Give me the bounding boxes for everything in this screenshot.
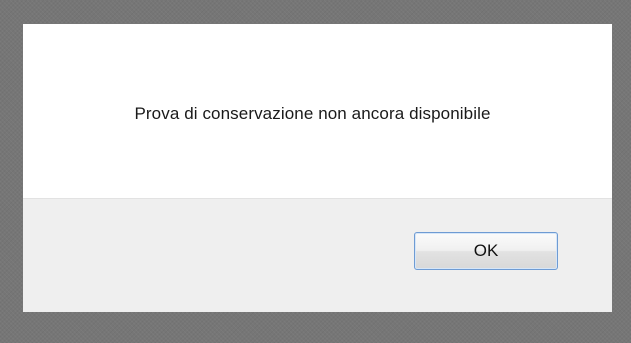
dialog-footer: OK bbox=[23, 198, 612, 312]
alert-dialog: Prova di conservazione non ancora dispon… bbox=[23, 24, 612, 312]
ok-button[interactable]: OK bbox=[414, 232, 558, 270]
dialog-body: Prova di conservazione non ancora dispon… bbox=[23, 24, 612, 198]
dialog-message: Prova di conservazione non ancora dispon… bbox=[134, 104, 491, 123]
